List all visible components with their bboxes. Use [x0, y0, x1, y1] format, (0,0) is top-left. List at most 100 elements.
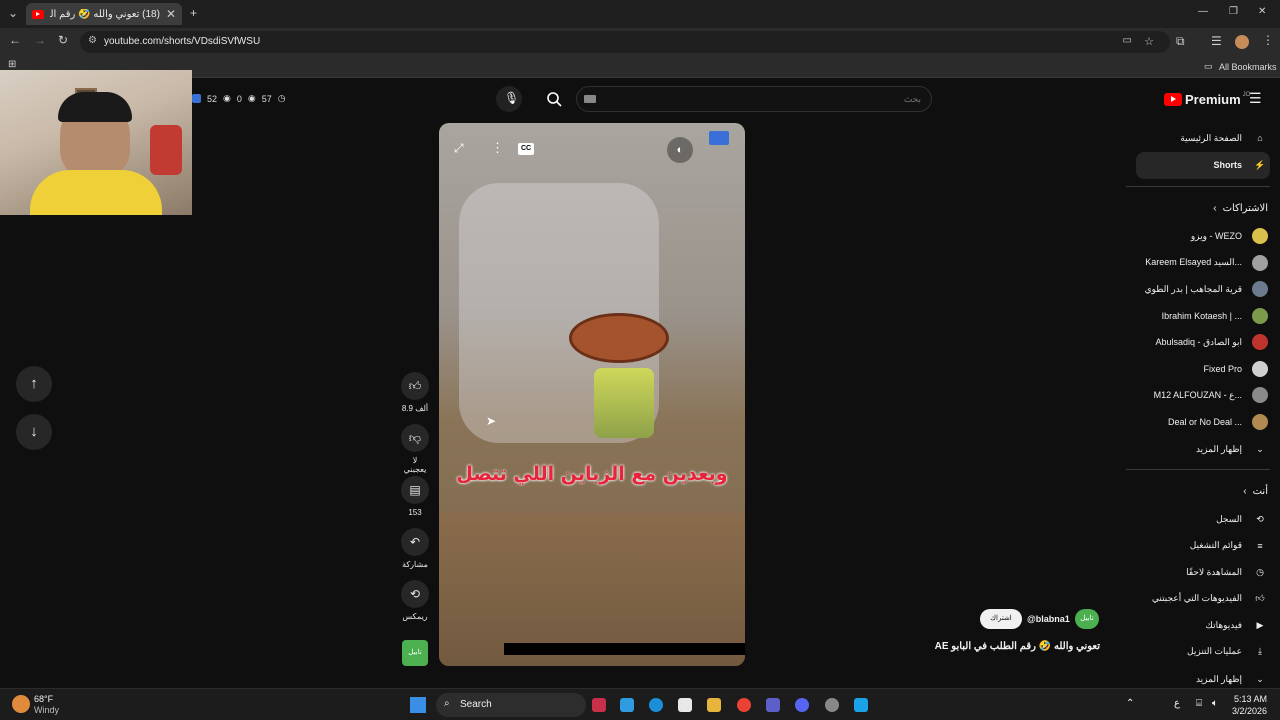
network-icon[interactable]: ⌸ [1196, 698, 1202, 709]
share-action[interactable]: ↶ مشاركة [401, 528, 429, 569]
remix-action[interactable]: ⟲ ريمكس [401, 580, 429, 621]
show-more-label: إظهار المزيد [1195, 443, 1242, 454]
reading-list-icon[interactable]: ☰ [1211, 34, 1222, 48]
sidebar-item-subscription[interactable]: Deal or No Deal ... [1168, 410, 1268, 434]
progress-bar[interactable] [504, 643, 745, 655]
url-field[interactable]: ⚙ youtube.com/shorts/VDsdiSVfWSU ☆ ▭ [80, 31, 1170, 53]
sidebar-item-you[interactable]: ≡ قوائم التشغيل [1190, 534, 1268, 558]
tab-title: (18) تعوني والله 🤣 رقم الطلب ... [50, 8, 160, 20]
subscriptions-header[interactable]: الاشتراكات › [1213, 196, 1268, 220]
captions-button[interactable]: CC [518, 143, 534, 155]
sidebar-item-subscription[interactable]: Fixed Pro [1203, 357, 1268, 381]
webcam-overlay [0, 70, 192, 215]
windows-start-icon[interactable] [410, 697, 426, 713]
tab-search-icon[interactable]: ⌄ [8, 6, 18, 20]
channel-thumbnail[interactable]: تابيل [402, 640, 428, 666]
sidebar-item-you[interactable]: ◷ المشاهدة لاحقًا [1186, 560, 1268, 584]
dislike-action[interactable]: 👎︎ لا يعجبني [401, 424, 429, 474]
search-button[interactable] [540, 86, 570, 112]
channel-avatar [1252, 334, 1268, 350]
edge-icon[interactable] [649, 698, 663, 712]
channel-avatar[interactable]: تابيل [1075, 609, 1099, 629]
taskbar-search-label: Search [460, 699, 492, 710]
clock-time[interactable]: 5:13 AM [1234, 694, 1267, 704]
volume-icon[interactable]: ◐ [667, 137, 693, 163]
sidebar-label: قوائم التشغيل [1189, 540, 1242, 550]
subscribe-button[interactable]: اشتراك [980, 609, 1022, 629]
more-options-icon[interactable]: ⋮ [491, 140, 504, 156]
discord-icon[interactable] [795, 698, 809, 712]
adobe-icon[interactable] [592, 698, 606, 712]
taskbar-search[interactable]: ⌕ Search [436, 693, 586, 717]
you-header[interactable]: أنت › [1243, 479, 1268, 503]
sidebar-label: ويزو - WEZO [1190, 230, 1242, 241]
sidebar-item-you[interactable]: 👍︎ الفيديوهات التي أعجبتني [1152, 587, 1268, 611]
comments-action[interactable]: ▤ 153 [401, 476, 429, 517]
tray-overflow-icon[interactable]: ⌃ [1126, 698, 1134, 709]
browser-tab[interactable]: (18) تعوني والله 🤣 رقم الطلب ... ✕ [26, 3, 182, 25]
forward-icon[interactable]: → [34, 33, 46, 47]
volume-icon[interactable]: 🔈︎ [1212, 698, 1218, 709]
chrome-icon[interactable] [737, 698, 751, 712]
sidebar-item-you[interactable]: ⤓ عمليات التنزيل [1187, 640, 1268, 664]
bookmark-star-icon[interactable]: ☆ [1144, 35, 1154, 48]
sidebar-label: Shorts [1213, 160, 1242, 170]
settings-icon[interactable] [825, 698, 839, 712]
short-title: تعوني والله 🤣 رقم الطلب في البابو AE [934, 641, 1100, 652]
app-icon[interactable] [854, 698, 868, 712]
profile-avatar[interactable] [1235, 35, 1249, 49]
weather-icon[interactable] [12, 695, 30, 713]
file-icon[interactable] [678, 698, 692, 712]
short-video-player[interactable]: ⤢ ⋮ CC ◐ وبعدين مع الزباين اللي تتصل [439, 123, 745, 666]
fullscreen-icon[interactable]: ⤢ [454, 141, 464, 156]
sidebar-item-subscription[interactable]: Kareem Elsayed السيد... [1145, 251, 1268, 275]
sidebar-item-subscription[interactable]: قرية المجاهب | بدر الطوي [1145, 277, 1268, 301]
close-tab-icon[interactable]: ✕ [166, 7, 176, 21]
extension-badge-icon[interactable] [709, 131, 729, 145]
hamburger-menu-icon[interactable]: ☰ [1249, 90, 1262, 107]
sidebar-item-you[interactable]: ⟲ السجل [1216, 507, 1268, 531]
sidebar-item-subscription[interactable]: ويزو - WEZO [1191, 224, 1268, 248]
extensions-icon[interactable]: ⧉ [1176, 34, 1185, 49]
show-more-subscriptions[interactable]: ⌄ إظهار المزيد [1196, 437, 1268, 461]
stat-3: 57 [261, 93, 272, 104]
sidebar-item-you[interactable]: ▶ فيديوهاتك [1206, 613, 1268, 637]
previous-short-button[interactable]: ↑ [16, 366, 52, 402]
teams-icon[interactable] [766, 698, 780, 712]
stream-stats: 52 ◉ 0 ◉ 57 ◷ [192, 93, 286, 104]
like-action[interactable]: 👍︎ 8.9 ألف [401, 372, 429, 413]
youtube-play-icon [1164, 93, 1182, 106]
dislike-icon: 👎︎ [408, 430, 422, 445]
keyboard-icon[interactable] [584, 95, 596, 103]
comment-icon: ▤ [409, 483, 421, 497]
cast-icon[interactable]: ▭ [1123, 35, 1132, 46]
site-info-icon[interactable]: ⚙ [88, 35, 97, 46]
restore-icon[interactable]: ❐ [1229, 6, 1238, 17]
voice-search-button[interactable]: 🎙 [496, 86, 522, 112]
sidebar-item-subscription[interactable]: Ibrahim Kotaesh | ... [1162, 304, 1268, 328]
copilot-icon[interactable] [620, 698, 634, 712]
subscriptions-title: الاشتراكات [1222, 202, 1268, 214]
new-tab-icon[interactable]: + [190, 6, 197, 20]
close-window-icon[interactable]: ✕ [1258, 6, 1266, 17]
sidebar-item-subscription[interactable]: Abulsadiq - ابو الصادق [1156, 330, 1268, 354]
sidebar-item-shorts[interactable]: ⚡ Shorts [1213, 153, 1268, 177]
file-explorer-icon[interactable] [707, 698, 721, 712]
language-indicator[interactable]: ع [1174, 698, 1180, 709]
youtube-logo[interactable]: Premium JO [1164, 92, 1250, 107]
apps-grid-icon[interactable]: ⊞ [8, 59, 16, 70]
bookmarks-bar: ⊞ ▭ All Bookmarks [0, 56, 1280, 78]
all-bookmarks-link[interactable]: All Bookmarks [1219, 62, 1277, 72]
search-input[interactable]: بحث [576, 86, 932, 112]
next-short-button[interactable]: ↓ [16, 414, 52, 450]
stat-1: 52 [207, 93, 218, 104]
reload-icon[interactable]: ↻ [58, 33, 68, 47]
browser-menu-icon[interactable]: ⋮ [1262, 33, 1274, 47]
minimize-icon[interactable]: — [1198, 6, 1208, 17]
channel-handle[interactable]: @blabna1 [1027, 614, 1070, 624]
sidebar-item-subscription[interactable]: M12 ALFOUZAN - ع... [1154, 383, 1268, 407]
clock-date[interactable]: 3/2/2026 [1232, 706, 1267, 716]
sidebar-item-home[interactable]: ⌂ الصفحة الرئيسية [1180, 126, 1268, 150]
sidebar-label: الفيديوهات التي أعجبتني [1151, 593, 1242, 603]
back-icon[interactable]: ← [9, 33, 21, 47]
